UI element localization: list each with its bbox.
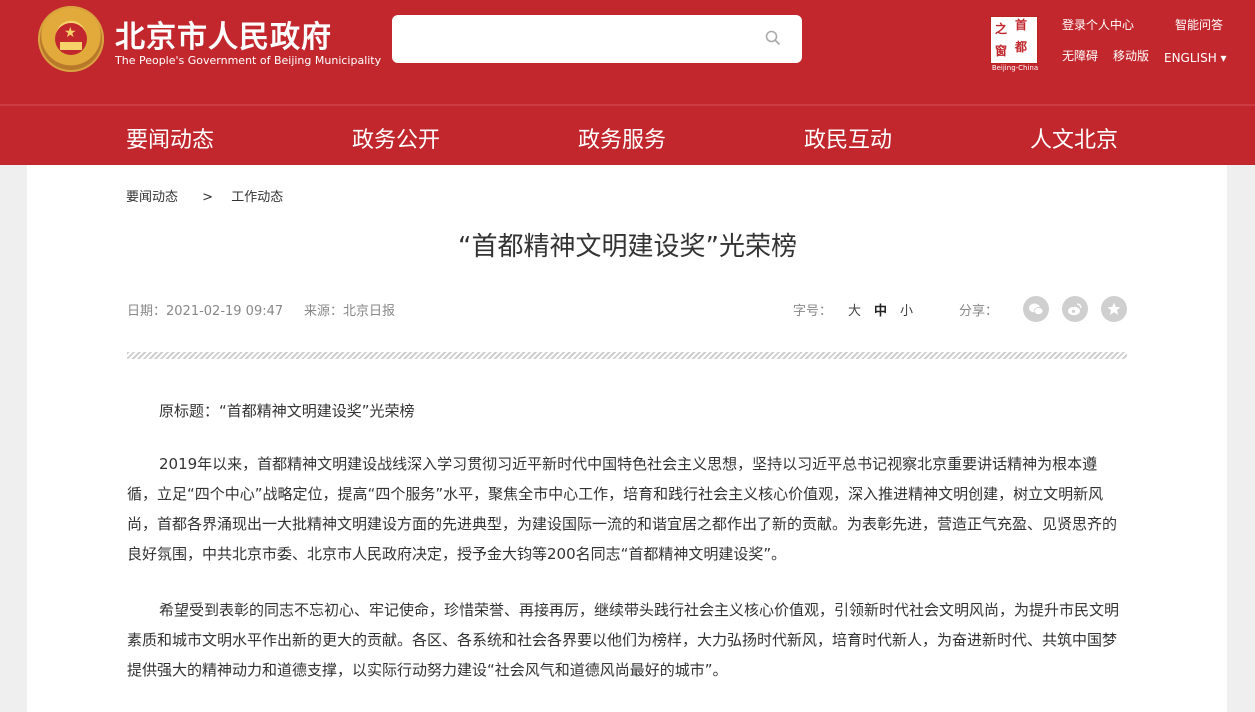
emblem-star-icon: ★ (64, 25, 77, 41)
english-link[interactable]: ENGLISH ▾ (1164, 51, 1227, 65)
favorite-icon[interactable] (1101, 296, 1127, 322)
article-source: 来源：北京日报 (304, 304, 396, 319)
font-size-label: 字号： (793, 304, 833, 319)
search-icon[interactable] (765, 30, 781, 46)
nav-item-services[interactable]: 政务服务 (578, 122, 666, 154)
logo-char: 窗 (995, 44, 1008, 58)
font-size-small-button[interactable]: 小 (900, 300, 913, 319)
login-link[interactable]: 登录个人中心 (1062, 16, 1134, 33)
font-size-large-button[interactable]: 大 (848, 300, 861, 319)
breadcrumb: 要闻动态 > 工作动态 (126, 186, 297, 205)
logo-char: 之 (995, 22, 1008, 36)
logo-char: 都 (1015, 40, 1028, 54)
capital-window-frame: 之 首 窗 都 (990, 16, 1038, 64)
article-paragraph: 2019年以来，首都精神文明建设战线深入学习贯彻习近平新时代中国特色社会主义思想… (127, 455, 1118, 563)
wechat-icon[interactable] (1023, 296, 1049, 322)
nav-item-interaction[interactable]: 政民互动 (804, 122, 892, 154)
logo-char: 首 (1015, 18, 1028, 32)
weibo-icon[interactable] (1062, 296, 1088, 322)
font-size-medium-button[interactable]: 中 (874, 300, 887, 319)
breadcrumb-separator: > (202, 190, 214, 205)
search-input[interactable] (404, 25, 744, 53)
site-title[interactable]: 北京市人民政府 (115, 12, 332, 56)
mobile-link[interactable]: 移动版 (1113, 47, 1149, 64)
nav-item-humanistic-beijing[interactable]: 人文北京 (1030, 122, 1118, 154)
national-emblem-logo[interactable]: ★ (38, 6, 104, 72)
assistant-link[interactable]: 智能问答 (1175, 16, 1223, 33)
share-label: 分享： (959, 304, 999, 319)
title-divider (127, 352, 1127, 359)
accessibility-link[interactable]: 无障碍 (1062, 47, 1098, 64)
site-subtitle: The People's Government of Beijing Munic… (115, 54, 382, 67)
logo-caption: Beijing-China (991, 64, 1039, 72)
nav-item-government-affairs[interactable]: 政务公开 (352, 122, 440, 154)
article-title: “首都精神文明建设奖”光荣榜 (458, 232, 797, 262)
article-date: 日期：2021-02-19 09:47 (127, 304, 284, 319)
breadcrumb-item-work-news[interactable]: 工作动态 (231, 190, 283, 205)
article-original-title: 原标题：“首都精神文明建设奖”光荣榜 (159, 402, 415, 420)
capital-window-logo[interactable]: 之 首 窗 都 Beijing-China (988, 14, 1042, 72)
article-paragraph: 希望受到表彰的同志不忘初心、牢记使命，珍惜荣誉、再接再厉，继续带头践行社会主义核… (127, 601, 1120, 679)
search-box[interactable] (392, 15, 802, 63)
breadcrumb-item-news[interactable]: 要闻动态 (126, 190, 178, 205)
nav-item-news[interactable]: 要闻动态 (126, 122, 214, 154)
emblem-gate-icon (60, 42, 82, 50)
